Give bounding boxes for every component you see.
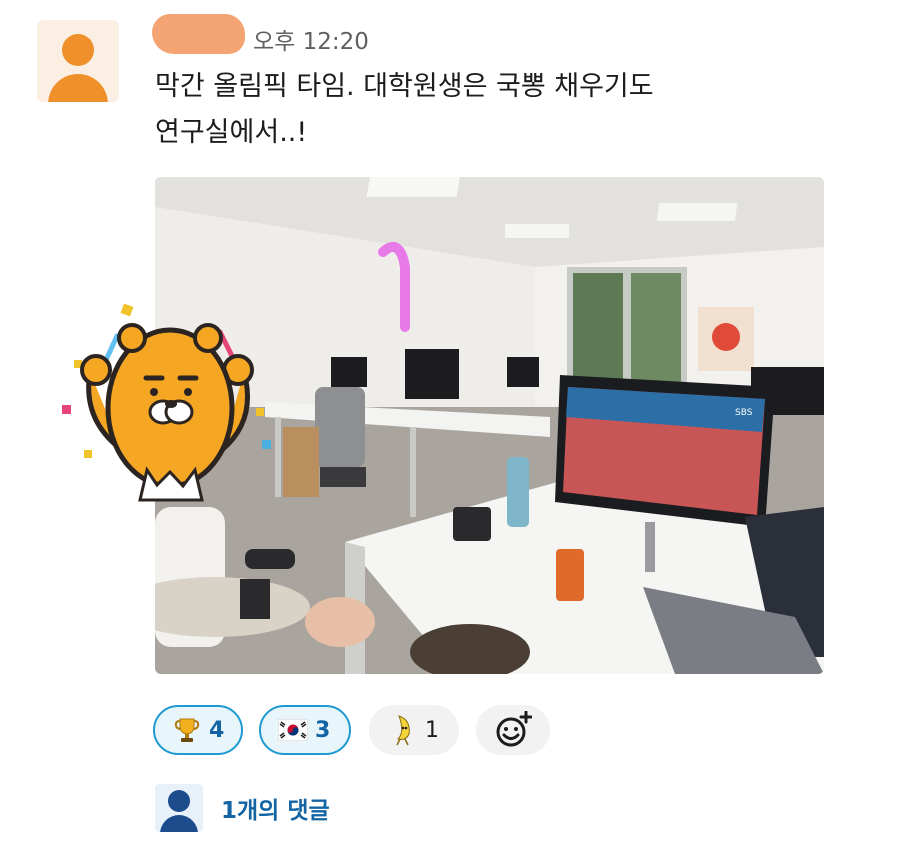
tv-broadcaster-logo: SBS <box>735 408 753 418</box>
reaction-count: 1 <box>425 717 439 743</box>
reaction-count: 4 <box>209 717 225 743</box>
avatar-body-shape <box>48 74 108 102</box>
message-line-2: 연구실에서..! <box>155 117 308 148</box>
trophy-icon <box>169 712 205 748</box>
thread-replies[interactable]: 1개의 댓글 <box>155 783 330 833</box>
message-text: 막간 올림픽 타임. 대학원생은 국뽕 채우기도 연구실에서..! <box>155 64 654 156</box>
add-reaction-button[interactable] <box>476 705 550 755</box>
add-emoji-icon <box>496 711 532 747</box>
thread-replies-link[interactable]: 1개의 댓글 <box>221 791 330 825</box>
reaction-banana[interactable]: 1 <box>369 705 459 755</box>
reaction-count: 3 <box>315 717 331 743</box>
ryan-sticker <box>62 303 271 502</box>
redacted-username[interactable] <box>152 14 245 54</box>
reply-user-avatar <box>155 784 203 832</box>
message-timestamp[interactable]: 오후 12:20 <box>253 22 369 56</box>
reaction-korea-flag[interactable]: 3 <box>259 705 351 755</box>
avatar-head-shape <box>62 34 94 66</box>
dancing-banana-icon <box>385 712 421 748</box>
user-avatar[interactable] <box>37 20 119 102</box>
message-line-1: 막간 올림픽 타임. 대학원생은 국뽕 채우기도 <box>155 71 654 102</box>
korea-flag-icon <box>275 712 311 748</box>
reaction-trophy[interactable]: 4 <box>153 705 243 755</box>
